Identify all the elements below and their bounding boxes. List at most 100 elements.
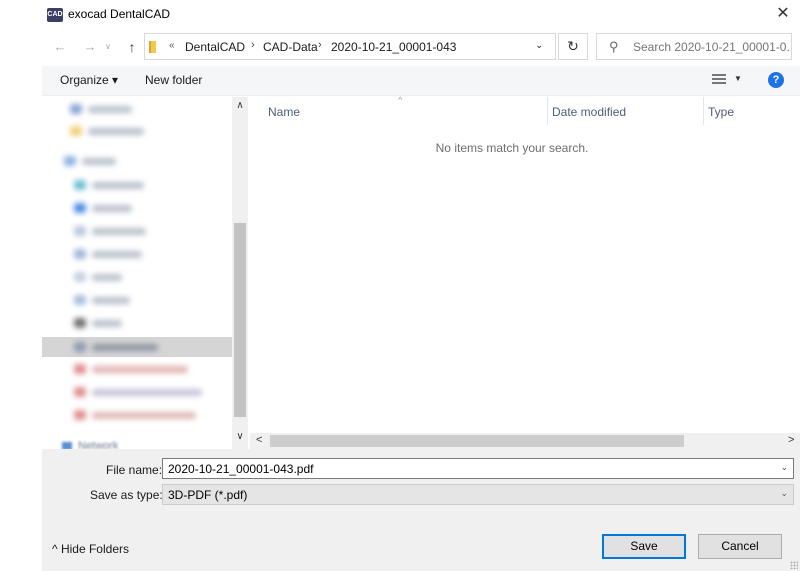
save-form: File name: ⌄ Save as type: 3D-PDF (*.pdf… bbox=[42, 449, 800, 571]
search-input[interactable] bbox=[633, 38, 791, 56]
nav-tree-item[interactable] bbox=[42, 121, 232, 141]
up-button[interactable]: ↑ bbox=[122, 36, 142, 58]
search-icon: ⚲ bbox=[609, 39, 619, 54]
nav-item-icon bbox=[74, 387, 86, 397]
hide-folders-button[interactable]: ^ Hide Folders bbox=[52, 542, 129, 556]
nav-item-label bbox=[88, 128, 144, 135]
nav-item-label bbox=[92, 182, 144, 189]
nav-item-icon bbox=[74, 295, 86, 305]
scroll-down-arrow[interactable]: ∨ bbox=[232, 431, 248, 442]
back-button[interactable]: ← bbox=[50, 36, 70, 58]
navigation-pane[interactable]: Network bbox=[42, 97, 232, 449]
nav-item-icon bbox=[74, 249, 86, 259]
nav-item-label bbox=[92, 251, 142, 258]
nav-tree-item[interactable] bbox=[42, 175, 232, 195]
organize-button[interactable]: Organize ▾ bbox=[60, 73, 118, 87]
nav-item-label bbox=[92, 320, 122, 327]
recent-locations-button[interactable]: ∨ bbox=[102, 36, 114, 58]
scroll-left-arrow[interactable]: < bbox=[256, 434, 262, 446]
nav-tree-item[interactable] bbox=[42, 382, 232, 402]
nav-item-label bbox=[82, 158, 116, 165]
refresh-button[interactable]: ↻ bbox=[558, 33, 588, 60]
file-name-label: File name: bbox=[106, 463, 163, 477]
nav-tree-item[interactable] bbox=[42, 359, 232, 379]
nav-tree-item[interactable] bbox=[42, 290, 232, 310]
scroll-right-arrow[interactable]: > bbox=[788, 434, 794, 446]
file-list-horizontal-scrollbar[interactable]: < > bbox=[250, 433, 800, 449]
save-as-type-value: 3D-PDF (*.pdf) bbox=[168, 488, 248, 502]
file-name-dropdown-icon[interactable]: ⌄ bbox=[780, 462, 788, 473]
window-title: exocad DentalCAD bbox=[68, 7, 171, 21]
save-as-type-dropdown-icon[interactable]: ⌄ bbox=[780, 488, 788, 499]
file-name-combo[interactable]: ⌄ bbox=[162, 458, 794, 479]
nav-item-icon bbox=[74, 180, 86, 190]
nav-tree-item[interactable] bbox=[42, 99, 232, 119]
scrollbar-thumb[interactable] bbox=[234, 223, 246, 417]
breadcrumb-separator[interactable]: › bbox=[251, 39, 255, 51]
view-options-dropdown[interactable]: ▼ bbox=[734, 74, 742, 83]
scroll-up-arrow[interactable]: ∧ bbox=[232, 100, 248, 111]
file-list[interactable]: Name ^ Date modified Type No items match… bbox=[250, 95, 800, 433]
breadcrumb-item-cad-data[interactable]: CAD-Data bbox=[263, 40, 318, 54]
address-dropdown-button[interactable]: ⌄ bbox=[535, 40, 543, 51]
column-header-label: Date modified bbox=[552, 105, 627, 119]
help-icon[interactable]: ? bbox=[768, 72, 784, 88]
cancel-button[interactable]: Cancel bbox=[698, 534, 782, 559]
scrollbar-thumb[interactable] bbox=[270, 435, 684, 447]
column-header-name[interactable]: Name ^ bbox=[250, 95, 548, 125]
column-header-label: Name bbox=[268, 105, 301, 119]
address-row: ← → ∨ ↑ « DentalCAD › CAD-Data › 2020-10… bbox=[0, 32, 800, 62]
nav-tree-item[interactable] bbox=[42, 313, 232, 333]
folder-icon bbox=[149, 41, 156, 53]
nav-item-label bbox=[92, 344, 158, 351]
resize-grip-icon[interactable] bbox=[790, 561, 798, 569]
column-header-type[interactable]: Type bbox=[704, 97, 800, 125]
nav-item-label bbox=[92, 205, 132, 212]
nav-item-icon bbox=[74, 203, 86, 213]
title-bar: CAD exocad DentalCAD ✕ bbox=[0, 0, 800, 32]
nav-item-icon bbox=[64, 156, 76, 166]
nav-tree-item[interactable] bbox=[42, 405, 232, 425]
save-button[interactable]: Save bbox=[602, 534, 686, 559]
nav-item-label bbox=[88, 106, 132, 113]
navigation-pane-scrollbar[interactable]: ∧ ∨ bbox=[232, 97, 248, 449]
save-as-type-label: Save as type: bbox=[90, 488, 163, 502]
nav-item-label bbox=[92, 412, 196, 419]
nav-tree-item-selected[interactable] bbox=[42, 337, 232, 357]
nav-item-icon bbox=[70, 126, 82, 136]
breadcrumb-overflow[interactable]: « bbox=[169, 40, 175, 51]
breadcrumb-separator[interactable]: › bbox=[318, 39, 322, 51]
nav-item-icon bbox=[74, 318, 86, 328]
nav-item-icon bbox=[74, 364, 86, 374]
nav-tree-item[interactable] bbox=[42, 151, 232, 171]
toolbar: Organize ▾ New folder ▼ ? bbox=[42, 66, 800, 96]
nav-item-label bbox=[92, 297, 130, 304]
nav-item-label bbox=[92, 228, 146, 235]
nav-item-icon bbox=[74, 342, 86, 352]
new-folder-button[interactable]: New folder bbox=[145, 73, 202, 87]
network-label: Network bbox=[78, 440, 119, 449]
exocad-logo-icon: CAD bbox=[47, 8, 63, 22]
nav-item-label bbox=[92, 389, 202, 396]
file-name-input[interactable] bbox=[168, 461, 748, 477]
forward-button[interactable]: → bbox=[80, 36, 100, 58]
close-button[interactable]: ✕ bbox=[770, 3, 796, 25]
nav-item-icon bbox=[74, 226, 86, 236]
nav-tree-item[interactable] bbox=[42, 244, 232, 264]
nav-item-label bbox=[92, 366, 188, 373]
sort-indicator: ^ bbox=[398, 95, 403, 105]
save-as-type-select[interactable]: 3D-PDF (*.pdf) ⌄ bbox=[162, 484, 794, 505]
empty-list-message: No items match your search. bbox=[435, 141, 589, 155]
nav-item-icon bbox=[74, 272, 86, 282]
nav-tree-item[interactable] bbox=[42, 221, 232, 241]
column-header-label: Type bbox=[708, 105, 735, 119]
nav-tree-item[interactable] bbox=[42, 267, 232, 287]
breadcrumb-item-current-folder[interactable]: 2020-10-21_00001-043 bbox=[331, 40, 456, 54]
search-box[interactable]: ⚲ bbox=[596, 33, 792, 60]
network-icon bbox=[62, 442, 72, 449]
breadcrumb-item-dentalcad[interactable]: DentalCAD bbox=[185, 40, 245, 54]
breadcrumb[interactable]: « DentalCAD › CAD-Data › 2020-10-21_0000… bbox=[144, 33, 556, 60]
view-options-icon[interactable] bbox=[712, 74, 726, 86]
nav-tree-item[interactable] bbox=[42, 198, 232, 218]
column-header-date-modified[interactable]: Date modified bbox=[548, 97, 704, 125]
